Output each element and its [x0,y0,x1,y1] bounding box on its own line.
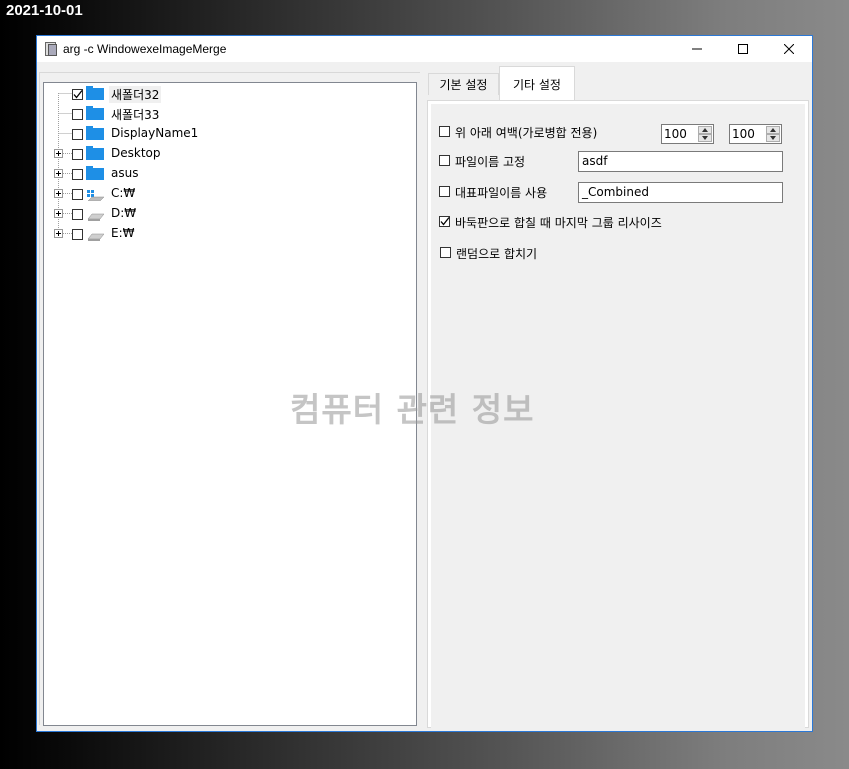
tab-other-settings[interactable]: 기타 설정 [499,66,575,101]
check-icon [73,90,83,99]
fixed-name-checkbox[interactable] [439,155,450,166]
margin-bottom-spinner[interactable]: 100 [729,124,782,144]
watermark: 컴퓨터 관련 정보 [290,390,535,429]
fixed-name-input[interactable]: asdf [578,151,783,172]
drive-icon [87,213,104,221]
expand-icon[interactable] [54,149,63,158]
minimize-button[interactable] [674,36,720,62]
tree-item-checkbox[interactable] [72,89,83,100]
expand-icon[interactable] [54,229,63,238]
tree-item-label: 새폴더32 [109,86,162,103]
margin-checkbox[interactable] [439,126,450,137]
tree-item-label: 새폴더33 [111,108,160,122]
title-bar[interactable]: arg -c WindowexeImageMerge [37,36,812,62]
tree-item-label: C:₩ [111,186,136,200]
maximize-button[interactable] [720,36,766,62]
tree-item[interactable]: Desktop [44,144,404,164]
check-icon [440,217,450,226]
tree-item-label: Desktop [111,146,161,160]
app-icon [43,42,57,56]
spin-down-icon[interactable] [766,134,780,142]
tree-item-label: D:₩ [111,206,137,220]
maximize-icon [738,44,748,54]
margin-bottom-value: 100 [732,127,755,141]
folder-icon [86,166,104,180]
close-icon [784,44,794,54]
close-button[interactable] [766,36,812,62]
tab-label: 기본 설정 [439,78,488,92]
windows-drive-icon [87,190,104,201]
spin-down-icon[interactable] [698,134,712,142]
date-stamp: 2021-10-01 [6,2,83,19]
folder-icon [86,86,104,100]
folder-icon [86,106,104,120]
tree-item[interactable]: C:₩ [44,184,404,204]
rep-name-input[interactable]: _Combined [578,182,783,203]
minimize-icon [692,48,702,50]
tree-item[interactable]: asus [44,164,404,184]
tab-label: 기타 설정 [513,77,561,92]
window-title: arg -c WindowexeImageMerge [63,42,227,56]
tree-item-label: DisplayName1 [111,126,199,140]
margin-label: 위 아래 여백(가로병합 전용) [455,126,598,140]
folder-icon [86,126,104,140]
resize-last-label: 바둑판으로 합칠 때 마지막 그룹 리사이즈 [455,216,662,230]
margin-top-spinner[interactable]: 100 [661,124,714,144]
fixed-name-value: asdf [582,154,608,168]
random-checkbox[interactable] [440,247,451,258]
tree-item-checkbox[interactable] [72,189,83,200]
expand-icon[interactable] [54,209,63,218]
tree-item-checkbox[interactable] [72,229,83,240]
tree-item-label: E:₩ [111,226,135,240]
expand-icon[interactable] [54,169,63,178]
tree-item-checkbox[interactable] [72,129,83,140]
rep-name-value: _Combined [582,185,649,199]
tree-item[interactable]: E:₩ [44,224,404,244]
resize-last-checkbox[interactable] [439,216,450,227]
tree-item[interactable]: DisplayName1 [44,124,404,144]
rep-name-checkbox[interactable] [439,186,450,197]
tree-item-checkbox[interactable] [72,169,83,180]
tree-item[interactable]: 새폴더32 [44,84,404,104]
tree-item-label: asus [111,166,139,180]
fixed-name-label: 파일이름 고정 [455,155,526,169]
tree-item-checkbox[interactable] [72,109,83,120]
tab-basic-settings[interactable]: 기본 설정 [428,73,499,95]
tree-item[interactable]: 새폴더33 [44,104,404,124]
tree-item-checkbox[interactable] [72,149,83,160]
spin-up-icon[interactable] [766,126,780,134]
folder-icon [86,146,104,160]
drive-icon [87,233,104,241]
spin-up-icon[interactable] [698,126,712,134]
margin-top-value: 100 [664,127,687,141]
tree-item[interactable]: D:₩ [44,204,404,224]
expand-icon[interactable] [54,189,63,198]
rep-name-label: 대표파일이름 사용 [455,186,548,200]
random-label: 랜덤으로 합치기 [456,247,538,261]
tree-item-checkbox[interactable] [72,209,83,220]
